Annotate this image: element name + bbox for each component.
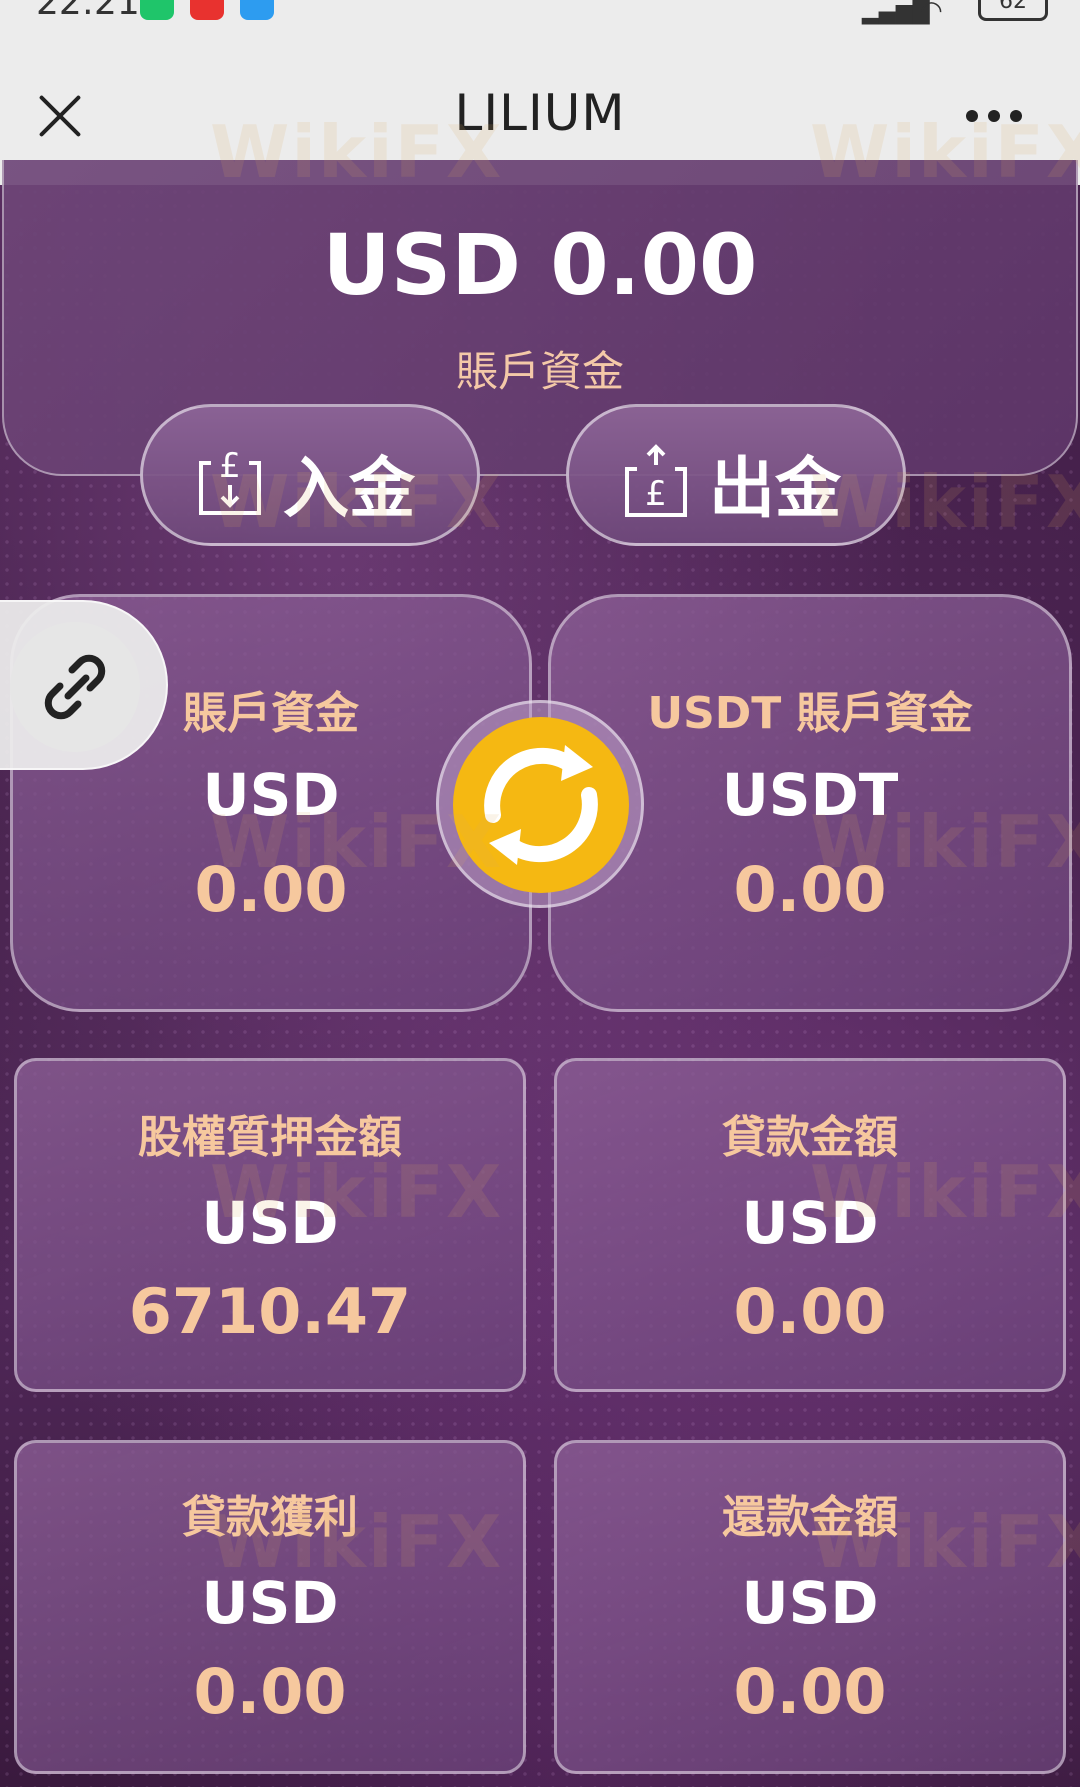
deposit-label: 入金 [283, 450, 415, 527]
battery-icon: 62 [978, 0, 1048, 21]
more-notifications-icon: ··· [302, 0, 334, 18]
balance-label: 賬戶資金 [455, 347, 624, 396]
stat-value: 0.00 [193, 1655, 347, 1728]
stat-card-pledge: 股權質押金額 USD 6710.47 [14, 1058, 526, 1392]
balance-amount: USD 0.00 [322, 216, 758, 314]
stat-label: 貸款金額 [722, 1112, 898, 1163]
stat-currency: USD [741, 1569, 879, 1637]
swap-button-core [453, 717, 629, 893]
stat-currency: USD [741, 1189, 879, 1257]
wifi-icon: ◠ [920, 0, 943, 26]
withdraw-icon: £ [625, 444, 687, 517]
stat-label: 股權質押金額 [138, 1112, 402, 1163]
stat-card-repayment: 還款金額 USD 0.00 [554, 1440, 1066, 1774]
stat-currency: USD [201, 1189, 339, 1257]
stat-value: 0.00 [733, 1275, 887, 1348]
app-green-icon [140, 0, 174, 20]
link-icon [44, 654, 106, 720]
link-button[interactable] [0, 600, 168, 770]
stat-value: 6710.47 [128, 1275, 412, 1348]
withdraw-button[interactable]: £ 出金 [566, 404, 906, 546]
swap-currency-button[interactable] [436, 700, 644, 908]
refresh-icon [484, 745, 598, 865]
more-icon[interactable] [966, 110, 1026, 124]
usd-wallet-value: 0.00 [194, 853, 348, 926]
stat-currency: USD [201, 1569, 339, 1637]
stat-value: 0.00 [733, 1655, 887, 1728]
status-time: 22:21 [36, 0, 140, 23]
status-bar: 22:21 ··· ▂▄▆█ ◠ 62 [0, 0, 1080, 30]
deposit-button[interactable]: £ 入金 [140, 404, 480, 546]
svg-text:£: £ [219, 446, 241, 486]
link-button-circle [10, 622, 140, 752]
page-title: LILIUM [454, 84, 626, 142]
stat-card-loan-profit: 貸款獲利 USD 0.00 [14, 1440, 526, 1774]
app-toutiao-icon [190, 0, 224, 20]
deposit-icon: £ [199, 446, 261, 515]
stat-label: 貸款獲利 [182, 1492, 358, 1543]
stat-card-loan: 貸款金額 USD 0.00 [554, 1058, 1066, 1392]
withdraw-label: 出金 [709, 450, 841, 527]
app-blue-icon [240, 0, 274, 20]
stat-label: 還款金額 [722, 1492, 898, 1543]
svg-text:£: £ [645, 474, 667, 514]
battery-level: 62 [999, 0, 1027, 14]
